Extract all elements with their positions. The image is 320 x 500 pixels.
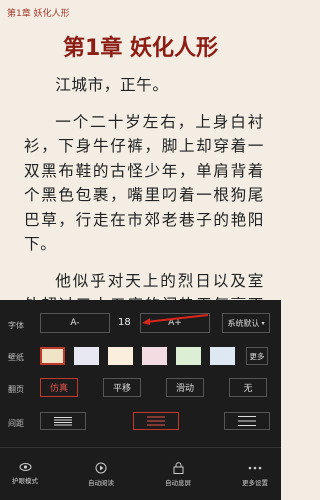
paragraph: 一个二十岁左右，上身白衬衫，下身牛仔裤，脚上却穿着一双黑布鞋的古怪少年，单肩背着… [24, 112, 264, 254]
font-label: 字体 [8, 321, 24, 330]
spacing-label: 间距 [8, 419, 24, 428]
eye-mode-button[interactable]: 护眼模式 [0, 462, 53, 485]
wallpaper-swatch[interactable] [74, 347, 99, 365]
wallpaper-more-button[interactable]: 更多 [246, 347, 268, 365]
page-turn-label: 翻页 [8, 385, 24, 394]
chapter-body: 江城市，正午。 一个二十岁左右，上身白衬衫，下身牛仔裤，脚上却穿着一双黑布鞋的古… [24, 73, 264, 300]
spacing-loose-icon [238, 416, 256, 426]
annotation-arrow-icon [142, 314, 209, 325]
more-settings-button[interactable]: 更多设置 [227, 462, 283, 487]
spacing-loose-button[interactable] [224, 412, 270, 430]
wallpaper-swatch[interactable] [176, 347, 201, 365]
spacing-medium-icon [147, 416, 165, 426]
auto-lock-label: 自动息屏 [165, 479, 191, 487]
wallpaper-swatch[interactable] [142, 347, 167, 365]
auto-read-button[interactable]: 自动阅读 [73, 462, 129, 487]
reader-page[interactable]: 第1章 妖化人形 第1章 妖化人形 江城市，正午。 一个二十岁左右，上身白衬衫，… [0, 0, 281, 300]
auto-read-label: 自动阅读 [88, 479, 114, 487]
more-settings-label: 更多设置 [242, 479, 268, 487]
wallpaper-label: 壁纸 [8, 353, 24, 362]
chevron-down-icon: ▾ [261, 319, 265, 327]
lock-icon [173, 462, 183, 474]
eye-icon [19, 463, 31, 471]
chapter-header: 第1章 妖化人形 [7, 9, 70, 19]
page-turn-slide-button[interactable]: 平移 [103, 378, 141, 397]
spacing-medium-button[interactable] [133, 412, 179, 430]
spacing-compact-button[interactable] [40, 412, 86, 430]
page-turn-scroll-button[interactable]: 滑动 [166, 378, 204, 397]
spacing-compact-icon [54, 417, 72, 426]
font-family-select[interactable]: 系统默认 ▾ [222, 313, 270, 333]
font-family-label: 系统默认 [227, 318, 260, 328]
play-icon [95, 462, 107, 474]
font-size-value: 18 [118, 317, 131, 328]
more-dots-icon [248, 466, 262, 470]
wallpaper-swatch[interactable] [108, 347, 133, 365]
eye-mode-label: 护眼模式 [12, 477, 38, 485]
wallpaper-swatch[interactable] [210, 347, 235, 365]
chapter-title: 第1章 妖化人形 [63, 36, 218, 61]
wallpaper-swatch[interactable] [40, 347, 65, 365]
toolbar-divider [0, 447, 281, 448]
page-turn-none-button[interactable]: 无 [229, 378, 267, 397]
auto-lock-button[interactable]: 自动息屏 [150, 462, 206, 487]
paragraph: 江城市，正午。 [55, 76, 169, 94]
page-turn-simulate-button[interactable]: 仿真 [40, 378, 78, 397]
font-decrease-button[interactable]: A- [40, 313, 110, 333]
paragraph: 他似乎对天上的烈日以及室外超过三十五度的闷热天气毫不在意，一边走，一边还哼着首不… [24, 271, 264, 301]
